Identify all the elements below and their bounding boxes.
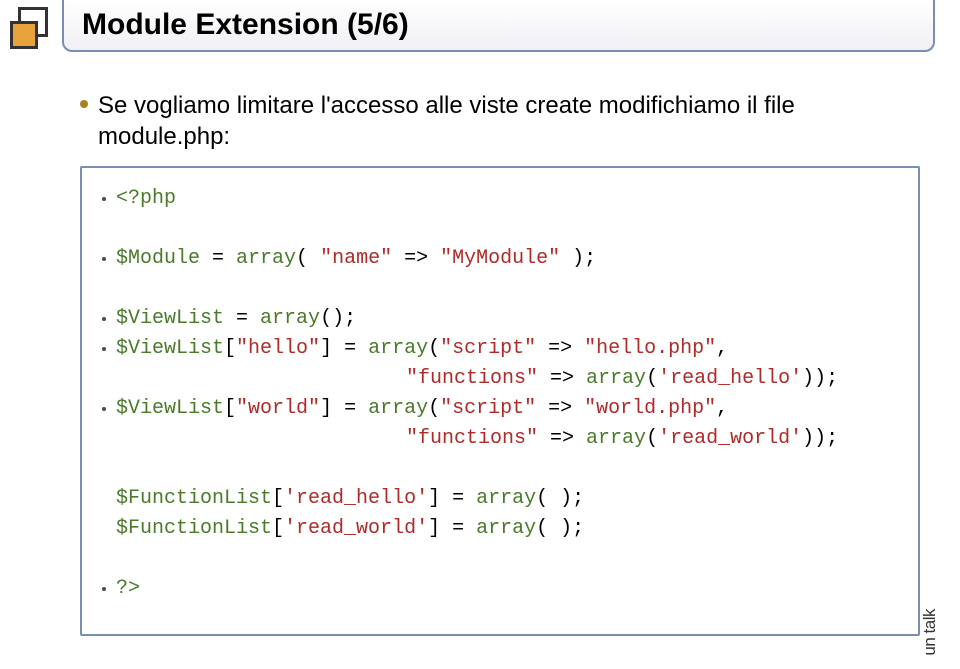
code-token: 'read_hello' [284,487,428,510]
list-dot-icon [102,317,106,321]
code-token: = [200,247,236,270]
code-token: ] = [428,487,476,510]
code-token: ( [646,427,658,450]
code-token: "MyModule" [440,247,560,270]
slide-decor-squares [10,5,60,55]
code-token: 'read_hello' [658,367,802,390]
code-token: array [236,247,296,270]
code-token: $ViewList [116,307,224,330]
code-token: "functions" [406,427,538,450]
bullet-text: Se vogliamo limitare l'accesso alle vist… [98,90,920,152]
code-token: "script" [440,337,536,360]
code-token: array [368,397,428,420]
code-token: ( [296,247,320,270]
code-token: [ [224,337,236,360]
code-token: $Module [116,247,200,270]
list-dot-icon [102,407,106,411]
slide-title: Module Extension (5/6) [82,8,409,42]
code-token: ( ); [536,487,584,510]
code-token: "hello.php" [584,337,716,360]
code-token: array [260,307,320,330]
code-token: => [538,427,586,450]
code-line: $Module = array( "name" => "MyModule" ); [102,244,898,274]
code-token: array [586,427,646,450]
code-line: $FunctionList['read_world'] = array( ); [102,514,898,544]
code-token: ); [560,247,596,270]
code-token: [ [272,487,284,510]
code-line: ?> [102,574,898,604]
code-token: array [476,487,536,510]
code-token: ( [428,397,440,420]
footer-logo: un talk [920,609,940,661]
code-token: ( [428,337,440,360]
list-dot-icon [102,197,106,201]
title-bar: Module Extension (5/6) [62,0,935,52]
code-token: ] = [428,517,476,540]
code-token: , [716,397,728,420]
code-token: array [476,517,536,540]
code-token: ] = [320,337,368,360]
code-token: )); [802,367,838,390]
list-dot-icon [102,347,106,351]
code-token: "name" [320,247,392,270]
code-token: "world.php" [584,397,716,420]
code-token: $ViewList [116,337,224,360]
code-token: array [586,367,646,390]
code-block: <?php $Module = array( "name" => "MyModu… [80,166,920,636]
code-token: (); [320,307,356,330]
code-line: "functions" => array('read_hello')); [102,364,898,394]
code-token: <?php [116,184,176,214]
code-token: $FunctionList [116,517,272,540]
code-token: "functions" [406,367,538,390]
code-token: ] = [320,397,368,420]
code-token: ( ); [536,517,584,540]
list-dot-icon [102,257,106,261]
code-token: => [392,247,440,270]
code-token: , [716,337,728,360]
code-token: "hello" [236,337,320,360]
code-token: "world" [236,397,320,420]
code-token: )); [802,427,838,450]
code-line: "functions" => array('read_world')); [102,424,898,454]
slide-content: Se vogliamo limitare l'accesso alle vist… [80,90,920,636]
footer-text: un talk [920,609,940,656]
code-token: ( [646,367,658,390]
code-token: array [368,337,428,360]
code-token: => [536,397,584,420]
bullet-icon [80,100,88,108]
code-line: $ViewList["hello"] = array("script" => "… [102,334,898,364]
code-token: => [538,367,586,390]
code-token: ?> [116,574,140,604]
code-line: $FunctionList['read_hello'] = array( ); [102,484,898,514]
list-dot-icon [102,587,106,591]
code-token: => [536,337,584,360]
code-line: $ViewList["world"] = array("script" => "… [102,394,898,424]
code-token: [ [224,397,236,420]
code-line: $ViewList = array(); [102,304,898,334]
bullet-row: Se vogliamo limitare l'accesso alle vist… [80,90,920,152]
code-token: "script" [440,397,536,420]
code-token: [ [272,517,284,540]
code-token: 'read_world' [658,427,802,450]
code-token: $FunctionList [116,487,272,510]
code-token: $ViewList [116,397,224,420]
code-line: <?php [102,184,898,214]
code-token: = [224,307,260,330]
code-token: 'read_world' [284,517,428,540]
